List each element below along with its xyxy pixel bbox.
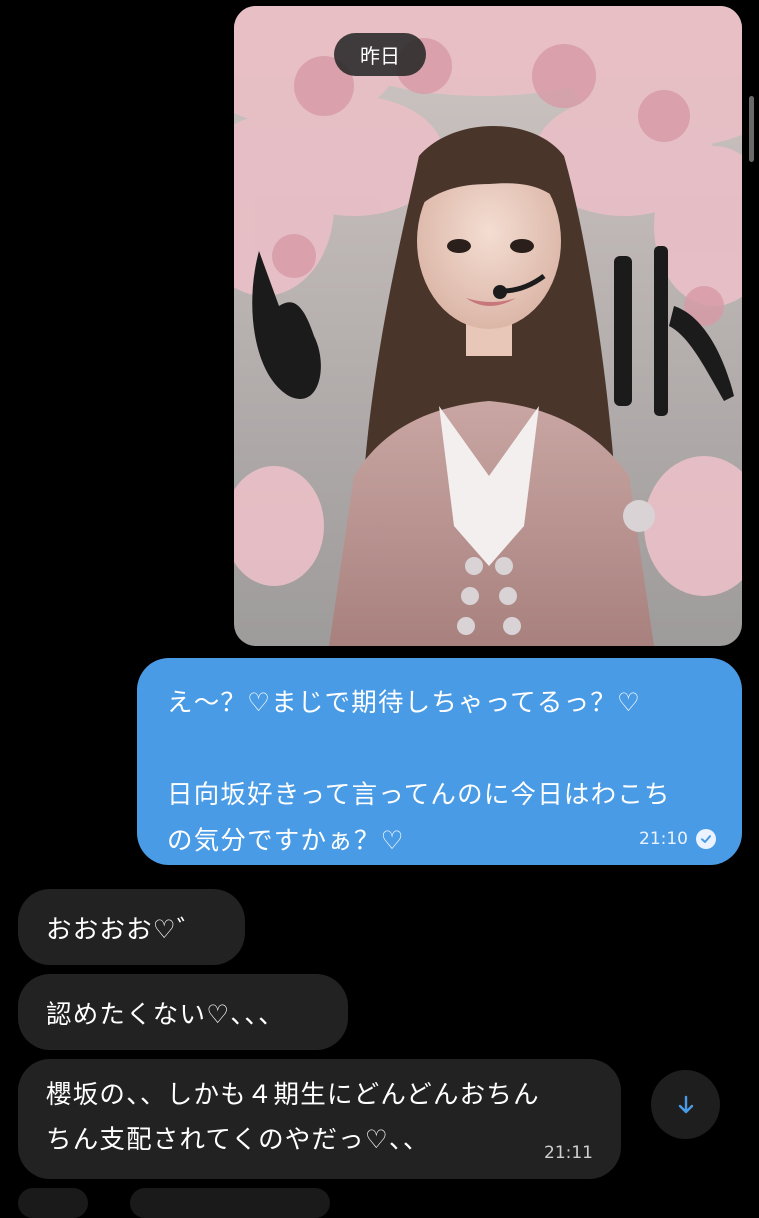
check-circle-icon — [696, 829, 716, 849]
incoming-message-bubble[interactable]: おおおお♡゛ — [18, 889, 245, 965]
incoming-message-text: 櫻坂の、、しかも４期生にどんどんおちん ちん支配されてくのやだっ♡、、 — [46, 1080, 540, 1155]
incoming-message-text: 認めたくない♡、、、 — [46, 999, 285, 1030]
avatar — [18, 1188, 88, 1218]
message-time: 21:10 — [639, 829, 688, 849]
scrollbar[interactable] — [749, 96, 754, 162]
incoming-message-bubble[interactable]: 認めたくない♡、、、 — [18, 974, 348, 1050]
incoming-message-text: おおおお♡゛ — [46, 914, 204, 945]
outgoing-message-bubble[interactable]: え〜？♡まじで期待しちゃってるっ？♡ 日向坂好きって言ってんのに今日はわこち の… — [137, 658, 742, 865]
incoming-message-bubble[interactable]: 櫻坂の、、しかも４期生にどんどんおちん ちん支配されてくのやだっ♡、、 21:1… — [18, 1059, 621, 1179]
message-time: 21:11 — [544, 1143, 593, 1163]
scroll-to-bottom-button[interactable] — [651, 1070, 720, 1139]
message-meta: 21:10 — [639, 829, 716, 849]
date-separator: 昨日 — [334, 33, 426, 76]
incoming-message-bubble — [130, 1188, 330, 1218]
photo-image — [234, 6, 742, 646]
photo-message[interactable] — [234, 6, 742, 646]
arrow-down-icon — [678, 1095, 693, 1113]
